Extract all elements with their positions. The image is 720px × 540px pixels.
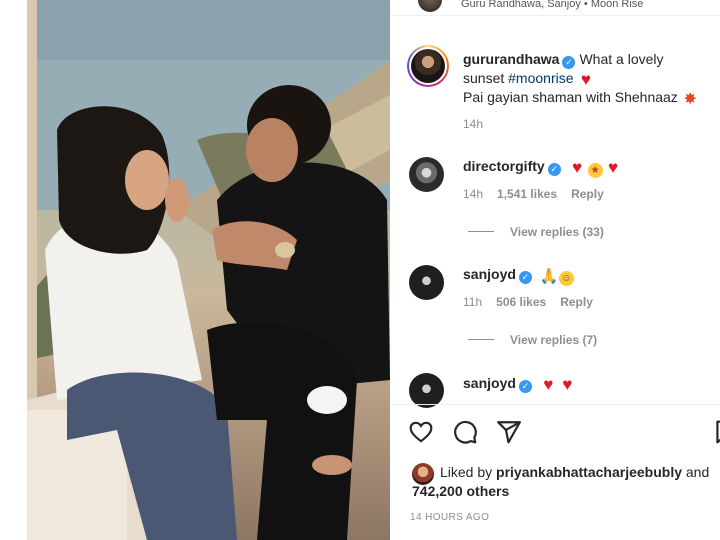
comment-likes[interactable]: 1,541 likes [497, 187, 557, 201]
star-struck-face-icon: ★ [587, 163, 603, 178]
caption-line-2: sunset #moonrise ♥ [463, 69, 596, 88]
profile-photo [411, 49, 445, 83]
view-replies-label: View replies (33) [510, 225, 604, 239]
liked-by-prefix: Liked by [440, 464, 493, 480]
reply-button[interactable]: Reply [571, 187, 604, 201]
red-heart-icon: ♥ [580, 70, 591, 89]
comment-meta: 14h 1,541 likes Reply [463, 187, 604, 201]
comment-username[interactable]: sanjoyd [463, 375, 516, 391]
comment-row: sanjoyd ✓ 🙏 ☺ [463, 265, 576, 286]
caption-line-3: Pai gayian shaman with Shehnaaz ✸ [463, 88, 701, 108]
caption-text-3: Pai gayian shaman with Shehnaaz [463, 89, 678, 105]
post-details-panel: Guru Randhawa, Sanjoy • Moon Rise gurura… [390, 0, 720, 540]
red-heart-icon: ♥ [562, 375, 573, 394]
comment-icon[interactable] [452, 419, 478, 445]
red-heart-icon: ♥ [608, 158, 619, 177]
red-heart-icon: ♥ [543, 375, 554, 394]
comment-avatar[interactable] [409, 157, 444, 192]
page-margin [0, 0, 27, 540]
red-heart-icon: ♥ [572, 158, 583, 177]
caption-username[interactable]: gururandhawa [463, 51, 559, 67]
replies-dash [468, 231, 494, 232]
caption-hashtag[interactable]: #moonrise [508, 70, 573, 86]
audio-credit[interactable]: Guru Randhawa, Sanjoy • Moon Rise [461, 0, 643, 10]
caption-text-2: sunset [463, 70, 505, 86]
author-avatar[interactable] [418, 0, 442, 12]
caption-author-avatar[interactable] [407, 45, 449, 87]
view-replies-label: View replies (7) [510, 333, 598, 347]
view-replies-button[interactable]: View replies (33) [468, 225, 604, 239]
comment-avatar[interactable] [409, 265, 444, 300]
comment-time[interactable]: 11h [463, 295, 482, 309]
verified-badge-icon: ✓ [562, 56, 576, 69]
comment-likes[interactable]: 506 likes [496, 295, 546, 309]
caption-line-1: gururandhawa ✓ What a lovely [463, 50, 664, 69]
liked-by-user[interactable]: priyankabhattacharjeebubly [496, 464, 682, 480]
post-header: Guru Randhawa, Sanjoy • Moon Rise [390, 0, 720, 16]
video-frame-illustration [27, 0, 390, 540]
comment-meta: 11h 506 likes Reply [463, 295, 593, 309]
comment-time[interactable]: 14h [463, 187, 483, 201]
caption-time[interactable]: 14h [463, 117, 483, 131]
liked-by-line: Liked by priyankabhattacharjeebubly and [440, 464, 709, 480]
save-icon[interactable] [712, 419, 720, 445]
comment-row: sanjoyd ✓ ♥ ♥ [463, 374, 578, 393]
liked-by-suffix: and [685, 464, 710, 480]
replies-dash [468, 339, 494, 340]
folded-hands-icon: 🙏 [539, 268, 559, 285]
header-divider [390, 15, 720, 16]
heart-outline-icon[interactable] [408, 419, 434, 445]
verified-badge-icon: ✓ [518, 380, 532, 393]
reply-button[interactable]: Reply [560, 295, 593, 309]
liked-by-avatar[interactable] [412, 463, 434, 485]
post-video[interactable] [27, 0, 390, 540]
comment-avatar[interactable] [409, 373, 444, 408]
likes-others-count[interactable]: 742,200 others [412, 483, 509, 499]
view-replies-button[interactable]: View replies (7) [468, 333, 597, 347]
collision-icon: ✸ [683, 91, 697, 108]
post-timestamp[interactable]: 14 HOURS AGO [410, 512, 489, 523]
comment-username[interactable]: sanjoyd [463, 266, 516, 282]
smiling-face-icon: ☺ [558, 271, 574, 286]
caption-text-1: What a lovely [579, 51, 664, 67]
comment-username[interactable]: directorgifty [463, 158, 545, 174]
comment-row: directorgifty ✓ ♥ ★ ♥ [463, 157, 624, 178]
verified-badge-icon: ✓ [518, 271, 532, 284]
share-icon[interactable] [496, 419, 522, 445]
actions-divider [390, 404, 720, 405]
verified-badge-icon: ✓ [547, 163, 561, 176]
